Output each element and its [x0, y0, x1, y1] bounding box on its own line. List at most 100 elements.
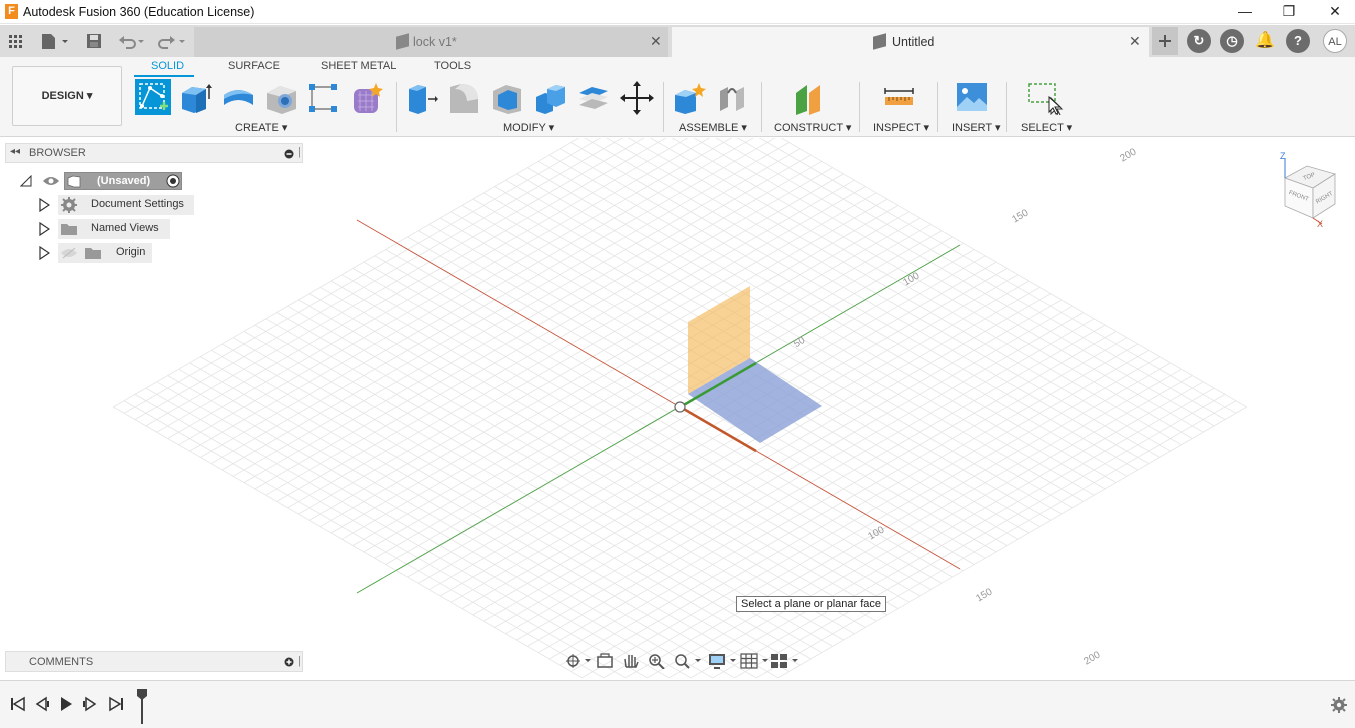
create-sketch-icon[interactable] — [134, 78, 172, 116]
tab-lock-v1[interactable]: lock v1* ✕ — [194, 27, 668, 57]
document-settings-label: Document Settings — [91, 198, 184, 210]
group-divider — [859, 82, 860, 132]
step-forward-icon[interactable] — [82, 696, 98, 712]
move-copy-icon[interactable] — [620, 81, 654, 115]
group-divider — [937, 82, 938, 132]
restore-button[interactable]: ❐ — [1266, 0, 1312, 24]
combine-icon[interactable] — [533, 81, 567, 115]
go-to-start-icon[interactable] — [10, 696, 26, 712]
activate-radio-icon[interactable] — [166, 174, 180, 188]
look-at-icon[interactable] — [596, 653, 614, 669]
minimize-button[interactable]: — — [1222, 0, 1268, 24]
display-settings-icon[interactable] — [708, 653, 738, 669]
tab-sheet-metal[interactable]: SHEET METAL — [321, 60, 396, 72]
minimize-panel-icon[interactable] — [284, 149, 294, 159]
revolve-icon[interactable] — [221, 81, 255, 115]
viewcube[interactable]: Z X TOP FRONT RIGHT — [1277, 152, 1343, 230]
pattern-icon[interactable] — [306, 81, 340, 115]
extensions-icon[interactable]: ↻ — [1187, 29, 1211, 53]
expand-triangle-icon[interactable] — [38, 246, 50, 260]
step-back-icon[interactable] — [34, 696, 50, 712]
timeline-settings-gear-icon[interactable] — [1330, 696, 1348, 714]
collapse-triangle-icon[interactable] — [20, 175, 32, 187]
canvas-viewport[interactable]: 200 150 100 50 100 150 200 Select a plan… — [0, 96, 1355, 678]
user-avatar[interactable]: AL — [1323, 29, 1347, 53]
modify-group-label[interactable]: MODIFY ▾ — [503, 121, 554, 134]
browser-root-node[interactable]: (Unsaved) — [18, 171, 188, 191]
navigation-toolbar — [562, 650, 798, 672]
press-pull-icon[interactable] — [404, 81, 438, 115]
close-window-button[interactable]: ✕ — [1312, 0, 1355, 24]
help-icon[interactable]: ? — [1286, 29, 1310, 53]
plus-icon — [1159, 35, 1171, 47]
save-icon[interactable] — [86, 31, 102, 51]
root-component-label: (Unsaved) — [97, 175, 151, 187]
expand-triangle-icon[interactable] — [38, 222, 50, 236]
expand-triangle-icon[interactable] — [38, 198, 50, 212]
tab-solid[interactable]: SOLID — [151, 60, 184, 72]
file-menu-icon[interactable] — [40, 31, 70, 51]
browser-item-document-settings[interactable]: Document Settings — [36, 195, 196, 215]
redo-icon[interactable] — [158, 31, 188, 51]
new-component-icon[interactable] — [672, 81, 706, 115]
browser-panel-header[interactable]: ◂◂ BROWSER | — [5, 143, 303, 163]
root-component-highlight[interactable]: (Unsaved) — [64, 172, 182, 190]
tab-surface[interactable]: SURFACE — [228, 60, 280, 72]
hidden-eye-icon[interactable] — [60, 247, 78, 259]
grid-settings-icon[interactable] — [740, 653, 770, 669]
create-group-label[interactable]: CREATE ▾ — [235, 121, 287, 134]
create-form-icon[interactable] — [350, 81, 384, 115]
origin-point[interactable] — [674, 401, 686, 413]
new-tab-button[interactable] — [1152, 27, 1178, 55]
pan-hand-icon[interactable] — [622, 653, 640, 669]
panel-pin-icon[interactable]: | — [298, 655, 301, 667]
play-icon[interactable] — [58, 696, 74, 712]
group-divider — [663, 82, 664, 132]
notifications-bell-icon[interactable]: 🔔 — [1253, 29, 1277, 53]
tab-close-icon[interactable]: ✕ — [650, 33, 662, 50]
collapse-panel-icon[interactable]: ◂◂ — [10, 146, 20, 157]
visibility-eye-icon[interactable] — [42, 175, 60, 187]
mouse-cursor-icon — [1048, 96, 1062, 115]
gear-icon — [61, 197, 77, 213]
viewports-icon[interactable] — [770, 653, 800, 669]
tab-close-icon[interactable]: ✕ — [1129, 33, 1141, 50]
comments-panel-header[interactable]: COMMENTS | — [5, 651, 303, 672]
shell-icon[interactable] — [490, 81, 524, 115]
panel-pin-icon[interactable]: | — [298, 146, 301, 158]
offset-plane-icon[interactable] — [793, 81, 827, 115]
browser-item-origin[interactable]: Origin — [36, 243, 196, 263]
fusion-app-icon: F — [5, 4, 18, 19]
undo-icon[interactable] — [118, 31, 148, 51]
tab-label: Untitled — [892, 35, 935, 49]
grid-canvas[interactable] — [0, 138, 1355, 678]
folder-icon — [85, 248, 101, 259]
tab-label: lock v1* — [413, 35, 457, 49]
browser-item-named-views[interactable]: Named Views — [36, 219, 196, 239]
app-grid-icon[interactable] — [8, 31, 24, 51]
insert-image-icon[interactable] — [955, 81, 989, 115]
tab-tools[interactable]: TOOLS — [434, 60, 471, 72]
replace-face-icon[interactable] — [576, 81, 610, 115]
workspace-switcher[interactable]: DESIGN ▾ — [12, 66, 122, 126]
active-tab-indicator — [134, 75, 194, 77]
timeline-marker[interactable] — [135, 688, 149, 724]
select-group-label[interactable]: SELECT ▾ — [1021, 121, 1072, 134]
orbit-icon[interactable] — [564, 653, 592, 669]
zoom-icon[interactable] — [648, 653, 666, 669]
measure-icon[interactable] — [882, 81, 916, 115]
go-to-end-icon[interactable] — [108, 696, 124, 712]
workspace-label: DESIGN ▾ — [41, 90, 93, 102]
inspect-group-label[interactable]: INSPECT ▾ — [873, 121, 929, 134]
tab-untitled[interactable]: Untitled ✕ — [672, 27, 1149, 57]
construct-group-label[interactable]: CONSTRUCT ▾ — [774, 121, 851, 134]
insert-group-label[interactable]: INSERT ▾ — [952, 121, 1001, 134]
fit-zoom-icon[interactable] — [674, 653, 702, 669]
joint-icon[interactable] — [716, 81, 750, 115]
expand-panel-icon[interactable] — [284, 657, 294, 667]
extrude-icon[interactable] — [178, 81, 212, 115]
assemble-group-label[interactable]: ASSEMBLE ▾ — [679, 121, 747, 134]
hole-icon[interactable] — [264, 81, 298, 115]
fillet-icon[interactable] — [447, 81, 481, 115]
job-status-icon[interactable]: ◷ — [1220, 29, 1244, 53]
